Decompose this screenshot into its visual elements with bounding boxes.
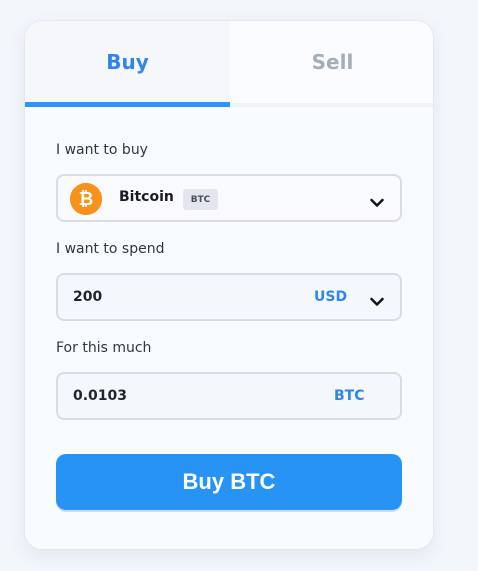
buy-sell-widget: Buy Sell I want to buy ₿ Bitcoin BTC I w… xyxy=(24,20,434,550)
asset-label: I want to buy xyxy=(56,142,148,158)
receive-amount-field[interactable]: 0.0103 BTC xyxy=(56,372,402,420)
receive-label: For this much xyxy=(56,340,152,356)
chevron-down-icon[interactable] xyxy=(370,292,384,306)
bitcoin-icon: ₿ xyxy=(70,183,102,215)
asset-select[interactable]: ₿ Bitcoin BTC xyxy=(56,174,402,222)
spend-currency-select[interactable]: USD xyxy=(314,289,347,305)
tab-buy[interactable]: Buy xyxy=(25,21,230,107)
spend-amount-field[interactable]: 200 USD xyxy=(56,273,402,321)
chevron-down-icon[interactable] xyxy=(370,193,384,207)
buy-btc-button[interactable]: Buy BTC xyxy=(56,454,402,510)
asset-symbol-badge: BTC xyxy=(183,189,218,210)
receive-currency-label: BTC xyxy=(334,388,365,404)
tab-sell[interactable]: Sell xyxy=(230,21,433,107)
spend-amount-input[interactable]: 200 xyxy=(73,289,102,305)
asset-name: Bitcoin xyxy=(119,189,174,205)
svg-text:₿: ₿ xyxy=(79,189,94,210)
buy-sell-tabs: Buy Sell xyxy=(25,21,433,107)
receive-amount-input[interactable]: 0.0103 xyxy=(73,388,127,404)
spend-label: I want to spend xyxy=(56,241,165,257)
